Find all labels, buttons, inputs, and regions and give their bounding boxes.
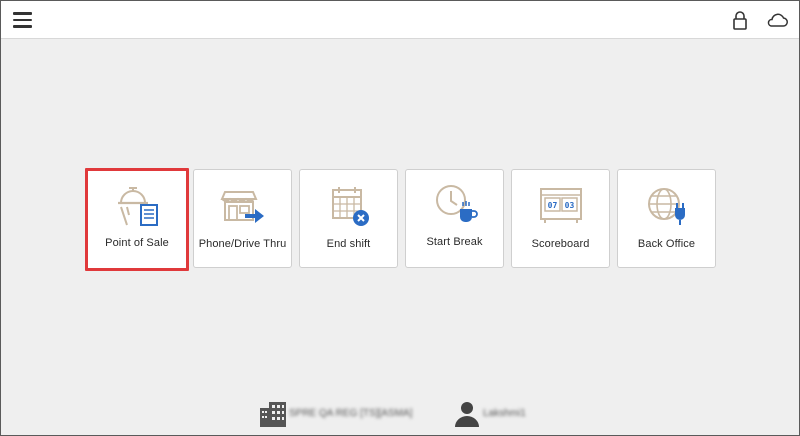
scoreboard-digit-right: 03 <box>564 201 574 210</box>
lock-icon[interactable] <box>732 10 748 30</box>
cloud-icon[interactable] <box>765 11 789 29</box>
back-office-icon <box>647 188 685 225</box>
scoreboard-icon: 07 03 <box>539 188 582 223</box>
tile-back-office[interactable]: Back Office <box>617 169 716 268</box>
tile-label: Point of Sale <box>105 237 169 249</box>
end-shift-icon <box>331 187 369 226</box>
tile-label: Scoreboard <box>531 238 590 250</box>
phone-drive-thru-icon <box>219 191 264 223</box>
tile-label: Start Break <box>426 236 483 248</box>
tile-label: Back Office <box>637 238 696 250</box>
user-icon <box>455 402 479 427</box>
tile-point-of-sale[interactable]: Point of Sale <box>85 168 189 271</box>
top-bar <box>1 1 799 39</box>
scoreboard-digit-left: 07 <box>547 201 557 210</box>
tile-phone-drive-thru[interactable]: Phone/Drive Thru <box>193 169 292 268</box>
tile-start-break[interactable]: Start Break <box>405 169 504 268</box>
start-break-icon <box>435 185 478 222</box>
hamburger-menu-icon[interactable] <box>13 11 33 29</box>
tile-scoreboard[interactable]: 07 03 Scoreboard <box>511 169 610 268</box>
tile-label: Phone/Drive Thru <box>198 238 287 250</box>
status-footer: SPRE QA REG [TS][ASMA] Lakshmi1 <box>259 399 579 429</box>
tile-label: End shift <box>326 238 371 250</box>
building-icon <box>260 402 286 427</box>
user-name: Lakshmi1 <box>483 408 526 419</box>
app-frame: Point of Sale Phone/Drive Thru End shift… <box>0 0 800 436</box>
tile-end-shift[interactable]: End shift <box>299 169 398 268</box>
point-of-sale-icon <box>118 187 158 226</box>
store-name: SPRE QA REG [TS][ASMA] <box>289 408 413 419</box>
